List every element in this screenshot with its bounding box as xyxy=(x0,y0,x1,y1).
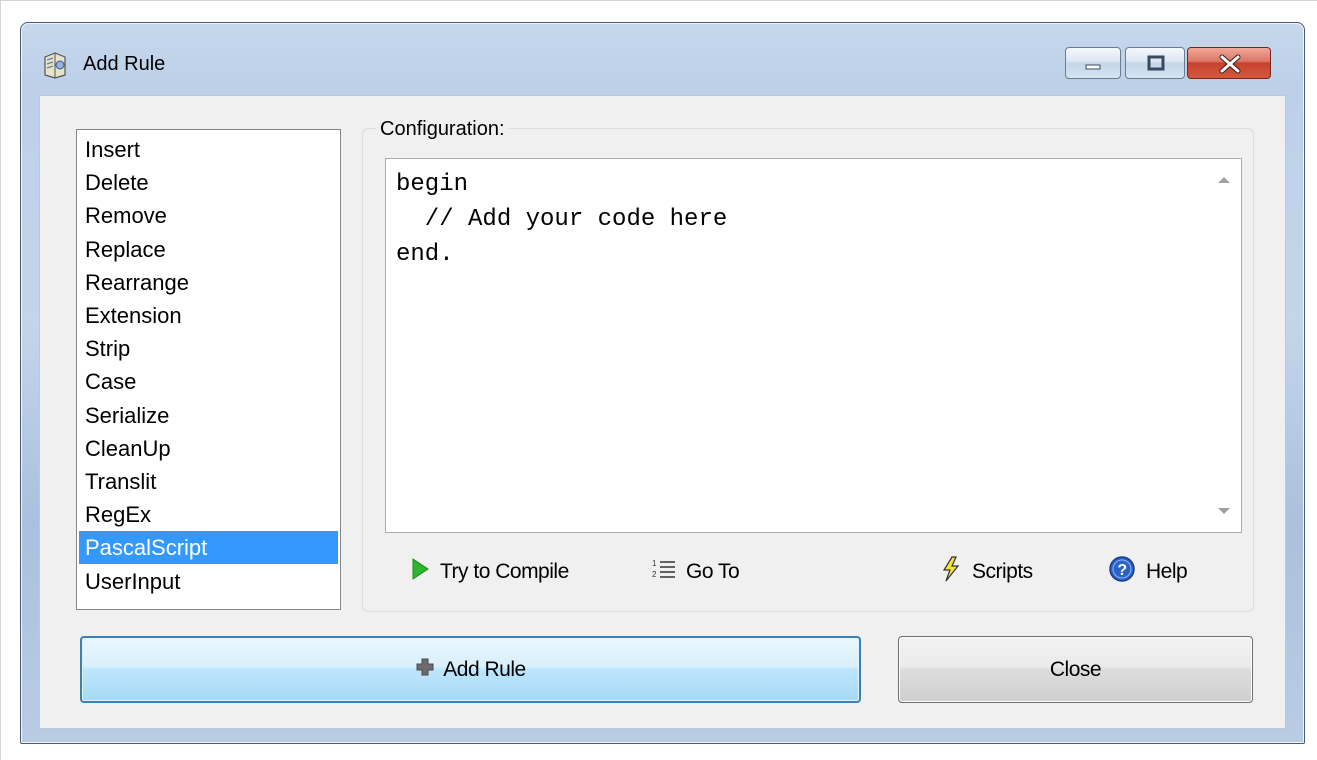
add-rule-dialog: Add Rule Insert Delete Remove Replace Rearra… xyxy=(20,22,1305,744)
code-line: end. xyxy=(396,241,454,268)
goto-label: Go To xyxy=(686,560,740,583)
add-rule-label: Add Rule xyxy=(443,657,526,681)
try-compile-label: Try to Compile xyxy=(440,560,569,583)
code-line: // Add your code here xyxy=(396,206,728,233)
help-button[interactable]: ? Help xyxy=(1108,552,1188,592)
help-circle-icon: ? xyxy=(1108,555,1136,589)
list-item-remove[interactable]: Remove xyxy=(79,199,338,232)
svg-text:1: 1 xyxy=(652,559,657,568)
dialog-client-area: Insert Delete Remove Replace Rearrange Extens… xyxy=(39,95,1286,729)
list-item-case[interactable]: Case xyxy=(79,365,338,398)
scroll-up-icon[interactable] xyxy=(1218,177,1230,183)
list-item-cleanup[interactable]: CleanUp xyxy=(79,432,338,465)
plus-icon xyxy=(415,657,435,683)
configuration-label: Configuration: xyxy=(376,118,509,141)
scripts-button[interactable]: Scripts xyxy=(940,552,1033,592)
scroll-down-icon[interactable] xyxy=(1218,508,1230,514)
list-item-userinput[interactable]: UserInput xyxy=(79,565,338,598)
help-label: Help xyxy=(1146,560,1188,583)
list-item-rearrange[interactable]: Rearrange xyxy=(79,266,338,299)
maximize-icon xyxy=(1147,55,1165,71)
scripts-label: Scripts xyxy=(972,560,1033,583)
svg-text:?: ? xyxy=(1117,562,1126,579)
window-close-button[interactable] xyxy=(1187,47,1271,79)
close-label: Close xyxy=(1049,657,1102,681)
list-item-pascalscript[interactable]: PascalScript xyxy=(79,531,338,565)
goto-button[interactable]: 1 2 Go To xyxy=(652,552,740,592)
list-item-strip[interactable]: Strip xyxy=(79,332,338,365)
list-item-insert[interactable]: Insert xyxy=(79,133,338,166)
rules-listbox[interactable]: Insert Delete Remove Replace Rearrange Extens… xyxy=(76,129,341,610)
list-item-serialize[interactable]: Serialize xyxy=(79,399,338,432)
code-editor[interactable]: begin // Add your code here end. xyxy=(385,158,1242,533)
rule-book-icon xyxy=(41,51,69,79)
minimize-button[interactable] xyxy=(1065,47,1121,79)
minimize-icon xyxy=(1085,64,1101,70)
svg-text:2: 2 xyxy=(652,570,657,579)
try-compile-button[interactable]: Try to Compile xyxy=(410,552,569,592)
play-icon xyxy=(410,557,430,587)
list-item-translit[interactable]: Translit xyxy=(79,465,338,498)
list-item-regex[interactable]: RegEx xyxy=(79,498,338,531)
list-item-replace[interactable]: Replace xyxy=(79,233,338,266)
list-item-extension[interactable]: Extension xyxy=(79,299,338,332)
window-title: Add Rule xyxy=(83,53,166,75)
add-rule-button[interactable]: Add Rule xyxy=(80,636,861,703)
close-button[interactable]: Close xyxy=(898,636,1253,703)
close-icon xyxy=(1219,54,1241,74)
editor-scrollbar[interactable] xyxy=(1207,159,1241,532)
lightning-icon xyxy=(940,556,962,588)
title-bar[interactable]: Add Rule xyxy=(21,23,1304,95)
numbered-list-icon: 1 2 xyxy=(652,557,676,587)
maximize-button[interactable] xyxy=(1125,47,1185,79)
code-line: begin xyxy=(396,171,469,198)
list-item-delete[interactable]: Delete xyxy=(79,166,338,199)
